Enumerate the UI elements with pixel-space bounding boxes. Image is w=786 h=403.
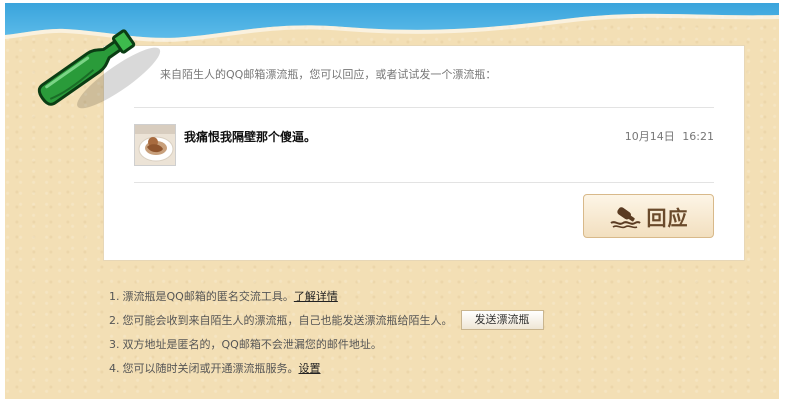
note-text: 您可以随时关闭或开通漂流瓶服务。: [122, 361, 299, 375]
note-text: 双方地址是匿名的，QQ邮箱不会泄漏您的邮件地址。: [122, 337, 382, 351]
learn-more-link[interactable]: 了解详情: [294, 288, 338, 305]
note-item: 3. 双方地址是匿名的，QQ邮箱不会泄漏您的邮件地址。: [109, 332, 544, 356]
intro-text: 来自陌生人的QQ邮箱漂流瓶，您可以回应，或者试试发一个漂流瓶：: [160, 68, 497, 81]
avatar-image: [135, 125, 175, 165]
message-time: 10月14日 16:21: [624, 130, 714, 143]
note-text: 漂流瓶是QQ邮箱的匿名交流工具。: [122, 289, 294, 303]
bottle-icon: [37, 29, 161, 109]
note-item: 4. 您可以随时关闭或开通漂流瓶服务。 设置: [109, 356, 544, 380]
reply-button-label: 回应: [646, 205, 689, 230]
bottle-card: 来自陌生人的QQ邮箱漂流瓶，您可以回应，或者试试发一个漂流瓶： 我痛恨我隔壁那个…: [103, 45, 745, 261]
notes-list: 1. 漂流瓶是QQ邮箱的匿名交流工具。 了解详情 2. 您可能会收到来自陌生人的…: [109, 284, 544, 380]
note-number: 2.: [109, 313, 120, 327]
send-bottle-button[interactable]: 发送漂流瓶: [460, 310, 544, 330]
divider: [134, 107, 714, 108]
note-item: 1. 漂流瓶是QQ邮箱的匿名交流工具。 了解详情: [109, 284, 544, 308]
avatar[interactable]: [134, 124, 176, 166]
divider: [134, 182, 714, 183]
reply-button[interactable]: 回应: [583, 194, 714, 238]
note-number: 3.: [109, 337, 120, 351]
drift-bottle-page: 来自陌生人的QQ邮箱漂流瓶，您可以回应，或者试试发一个漂流瓶： 我痛恨我隔壁那个…: [0, 0, 786, 403]
note-text: 您可能会收到来自陌生人的漂流瓶，自己也能发送漂流瓶给陌生人。: [122, 313, 453, 327]
settings-link[interactable]: 设置: [299, 360, 321, 377]
bottle-wave-icon: [609, 207, 641, 229]
note-number: 1.: [109, 289, 120, 303]
note-number: 4.: [109, 361, 120, 375]
bottle-message: 我痛恨我隔壁那个傻逼。: [184, 130, 317, 144]
note-item: 2. 您可能会收到来自陌生人的漂流瓶，自己也能发送漂流瓶给陌生人。 发送漂流瓶: [109, 308, 544, 332]
